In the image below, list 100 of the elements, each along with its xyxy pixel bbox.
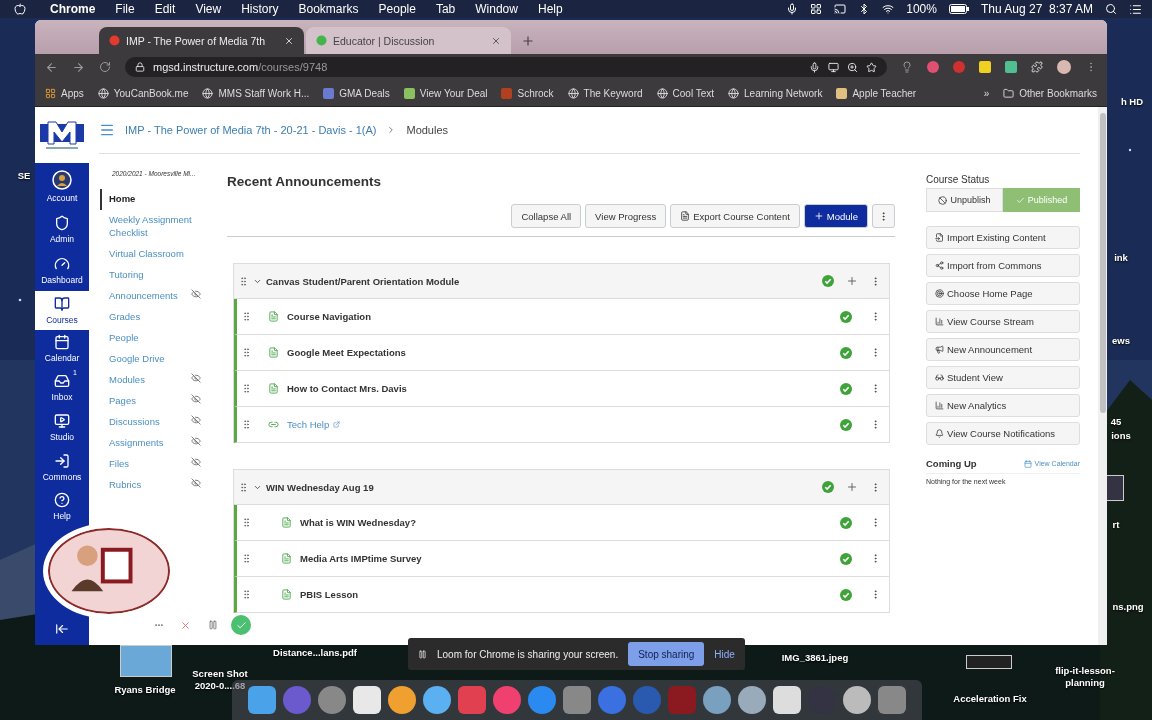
export-button[interactable]: Export Course Content	[670, 204, 800, 228]
bookmark[interactable]: Apps	[45, 87, 84, 99]
desktop-file-label[interactable]: ns.png	[1104, 601, 1152, 613]
global-nav-item[interactable]: Account	[35, 163, 89, 209]
document-thumbnail-icon[interactable]	[966, 655, 1012, 669]
course-nav-link[interactable]: Discussions	[100, 412, 205, 433]
menu-item[interactable]: Window	[465, 2, 528, 16]
wifi-icon[interactable]	[882, 3, 895, 15]
new-tab-icon[interactable]	[521, 34, 535, 48]
bookmark[interactable]: Cool Text	[656, 87, 715, 99]
stop-sharing-button[interactable]: Stop sharing	[628, 642, 705, 666]
view-progress-button[interactable]: View Progress	[585, 204, 667, 228]
extension-icon[interactable]	[953, 61, 965, 73]
course-nav-link[interactable]: Tutoring	[100, 265, 205, 286]
bookmark[interactable]: Schrock	[501, 87, 554, 99]
module-item-link[interactable]: Tech Help	[287, 419, 832, 430]
menu-item[interactable]: History	[231, 2, 289, 16]
menu-item[interactable]: Help	[527, 2, 573, 16]
add-item-icon[interactable]	[846, 481, 858, 493]
extension-icon[interactable]	[1005, 61, 1017, 73]
course-nav-link[interactable]: Announcements	[100, 286, 205, 307]
collapse-icon[interactable]	[55, 622, 69, 636]
published-check-icon[interactable]	[840, 346, 852, 359]
airplay-icon[interactable]	[834, 3, 847, 15]
browser-tab[interactable]: IMP - The Power of Media 7th	[99, 27, 304, 54]
desktop-file-label[interactable]: Acceleration Fix	[940, 693, 1040, 705]
sidebar-action-button[interactable]: Import Existing Content	[926, 226, 1080, 249]
published-check-icon[interactable]	[840, 382, 852, 395]
clock[interactable]: Thu Aug 27 8:37 AM	[980, 2, 1093, 16]
published-check-icon[interactable]	[840, 516, 852, 529]
back-icon[interactable]	[45, 60, 58, 74]
sidebar-action-button[interactable]: View Course Stream	[926, 310, 1080, 333]
desktop-file-label[interactable]: ions	[1106, 430, 1136, 442]
apple-icon[interactable]	[14, 3, 26, 15]
breadcrumb-link[interactable]: Modules	[406, 124, 449, 136]
course-nav-link[interactable]: Virtual Classroom	[100, 244, 205, 265]
drag-handle-icon[interactable]	[241, 553, 252, 564]
menu-icon[interactable]	[99, 122, 115, 138]
menu-item[interactable]: Chrome	[40, 2, 106, 16]
sidebar-action-button[interactable]: Import from Commons	[926, 254, 1080, 277]
module-item-link[interactable]: PBIS Lesson	[300, 589, 832, 600]
published-check-icon[interactable]	[822, 481, 834, 493]
course-nav-link[interactable]: Google Drive	[100, 349, 205, 370]
course-nav-link[interactable]: People	[100, 328, 205, 349]
desktop-file-label[interactable]: rt	[1106, 519, 1126, 531]
breadcrumb-link[interactable]: IMP - The Power of Media 7th - 20-21 - Davis - 1(A)	[125, 124, 377, 136]
bookmark[interactable]: MMS Staff Work H...	[202, 87, 310, 99]
global-nav-item[interactable]: Courses	[35, 291, 89, 330]
sidebar-action-button[interactable]: New Analytics	[926, 394, 1080, 417]
desktop-file-label[interactable]: flip-it-lesson-planning	[1040, 665, 1130, 689]
bookmark[interactable]: The Keyword	[567, 87, 643, 99]
dock-app-icon[interactable]	[248, 686, 276, 714]
add-item-icon[interactable]	[846, 275, 858, 287]
desktop-file-label[interactable]: 45	[1106, 416, 1126, 428]
mic-icon[interactable]	[809, 61, 820, 73]
forward-icon[interactable]	[72, 60, 85, 74]
desktop-file-label[interactable]: Distance...lans.pdf	[260, 647, 370, 659]
drag-handle-icon[interactable]	[241, 517, 252, 528]
module-item-link[interactable]: Google Meet Expectations	[287, 347, 832, 358]
school-logo[interactable]	[38, 118, 86, 152]
module-item-link[interactable]: What is WIN Wednesday?	[300, 517, 832, 528]
course-nav-link[interactable]: Home	[100, 189, 205, 210]
other-bookmarks[interactable]: Other Bookmarks	[1003, 87, 1097, 99]
menu-item[interactable]: Edit	[144, 2, 186, 16]
course-nav-link[interactable]: Grades	[100, 307, 205, 328]
global-nav-item[interactable]: Help	[35, 487, 89, 525]
bookmark[interactable]: View Your Deal	[403, 87, 488, 99]
course-nav-link[interactable]: Weekly Assignment Checklist	[100, 210, 205, 244]
scrollbar-thumb[interactable]	[1099, 113, 1106, 413]
module-item-link[interactable]: Course Navigation	[287, 311, 832, 322]
profile-avatar[interactable]	[1057, 60, 1071, 74]
course-nav-link[interactable]: Rubrics	[100, 475, 205, 496]
published-check-icon[interactable]	[840, 552, 852, 565]
monitor-icon[interactable]	[828, 61, 839, 73]
bookmark[interactable]: Learning Network	[728, 87, 823, 99]
course-nav-link[interactable]: Modules	[100, 370, 205, 391]
dock-app-icon[interactable]	[773, 686, 801, 714]
desktop-file-label[interactable]: ews	[1106, 335, 1136, 347]
published-check-icon[interactable]	[840, 418, 852, 431]
bookmark[interactable]: GMA Deals	[323, 87, 390, 99]
extension-icon[interactable]	[927, 61, 939, 73]
drag-handle-icon[interactable]	[241, 347, 252, 358]
global-nav-item[interactable]: Calendar	[35, 330, 89, 367]
global-nav-item[interactable]: Commons	[35, 447, 89, 487]
published-check-icon[interactable]	[840, 588, 852, 601]
browser-tab[interactable]: Educator | Discussion	[306, 27, 511, 54]
battery-icon[interactable]	[948, 4, 969, 14]
extension-icon[interactable]	[979, 61, 991, 73]
drag-handle-icon[interactable]	[241, 419, 252, 430]
drag-handle-icon[interactable]	[241, 383, 252, 394]
menu-item[interactable]: Bookmarks	[288, 2, 369, 16]
bookmark-star-icon[interactable]	[866, 61, 877, 73]
course-nav-link[interactable]: Assignments	[100, 433, 205, 454]
global-nav-item[interactable]: Admin	[35, 209, 89, 249]
sidebar-action-button[interactable]: View Course Notifications	[926, 422, 1080, 445]
close-icon[interactable]	[491, 35, 501, 46]
mic-icon[interactable]	[786, 3, 799, 15]
menu-item[interactable]: Tab	[425, 2, 466, 16]
drag-handle-icon[interactable]	[238, 481, 249, 493]
drag-handle-icon[interactable]	[238, 275, 249, 287]
